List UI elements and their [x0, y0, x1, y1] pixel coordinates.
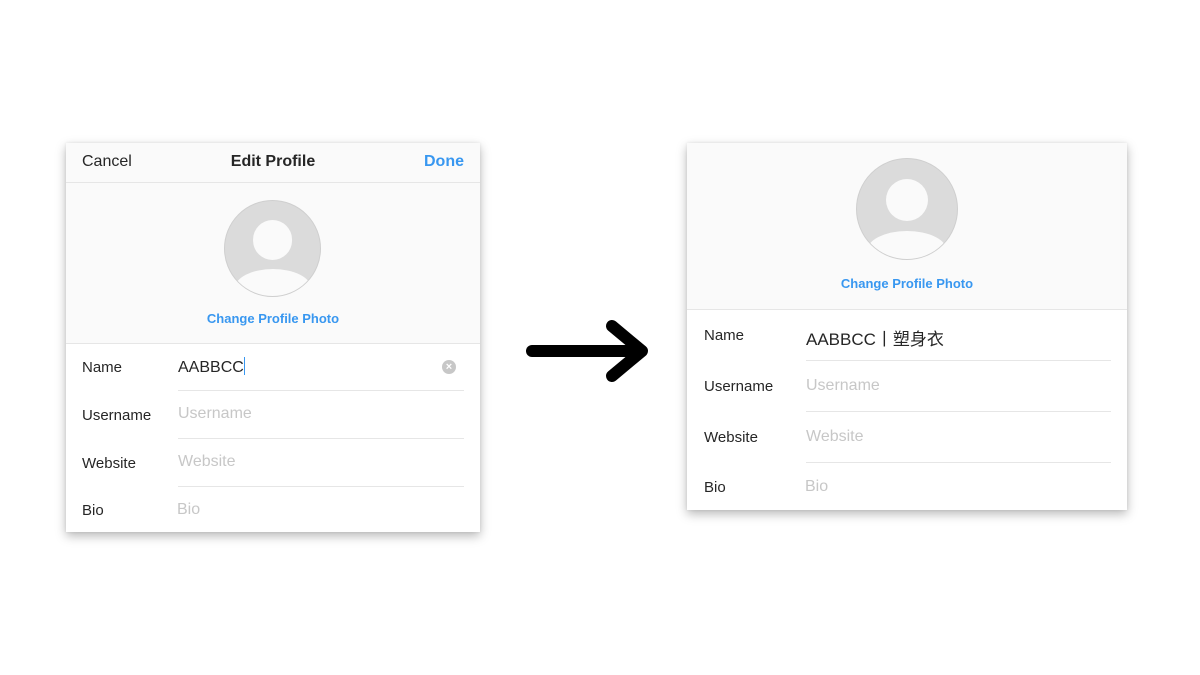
text-caret — [243, 357, 245, 375]
cancel-button[interactable]: Cancel — [82, 153, 132, 171]
edit-profile-screen-after: Change Profile Photo Name AABBCC丨塑身衣 Use… — [687, 143, 1127, 510]
name-label: Name — [82, 359, 123, 376]
bio-input[interactable]: Bio — [805, 478, 828, 496]
default-avatar-icon[interactable] — [856, 158, 958, 260]
clear-circle-icon[interactable]: × — [442, 360, 456, 374]
name-input-value: AABBCC — [178, 359, 244, 376]
profile-photo-section: Change Profile Photo — [687, 143, 1127, 310]
website-label: Website — [704, 429, 758, 446]
divider — [806, 462, 1111, 463]
username-label: Username — [82, 407, 152, 424]
divider — [178, 438, 464, 439]
avatar-body-shape — [234, 269, 311, 296]
done-button[interactable]: Done — [424, 153, 464, 171]
name-input[interactable]: AABBCC丨塑身衣 — [806, 325, 944, 350]
divider — [178, 390, 464, 391]
name-label: Name — [704, 327, 745, 344]
edit-profile-screen-before: Cancel Edit Profile Done Change Profile … — [66, 143, 480, 532]
default-avatar-icon[interactable] — [224, 200, 321, 297]
avatar-body-shape — [867, 231, 947, 259]
website-label: Website — [82, 455, 136, 472]
profile-photo-section: Change Profile Photo — [66, 183, 480, 344]
divider — [178, 486, 464, 487]
avatar-head-shape — [886, 179, 928, 221]
divider — [806, 360, 1111, 361]
divider — [806, 411, 1111, 412]
avatar-head-shape — [252, 220, 293, 260]
name-input[interactable]: AABBCC — [178, 357, 245, 377]
nav-bar: Cancel Edit Profile Done — [66, 143, 480, 183]
change-profile-photo-link[interactable]: Change Profile Photo — [687, 276, 1127, 291]
bio-label: Bio — [82, 502, 104, 519]
website-input[interactable]: Website — [178, 453, 236, 471]
username-input[interactable]: Username — [178, 405, 252, 423]
change-profile-photo-link[interactable]: Change Profile Photo — [66, 311, 480, 326]
username-label: Username — [704, 378, 774, 395]
right-arrow-icon — [526, 320, 648, 382]
website-input[interactable]: Website — [806, 428, 864, 446]
username-input[interactable]: Username — [806, 377, 880, 395]
bio-label: Bio — [704, 479, 726, 496]
bio-input[interactable]: Bio — [177, 501, 200, 519]
